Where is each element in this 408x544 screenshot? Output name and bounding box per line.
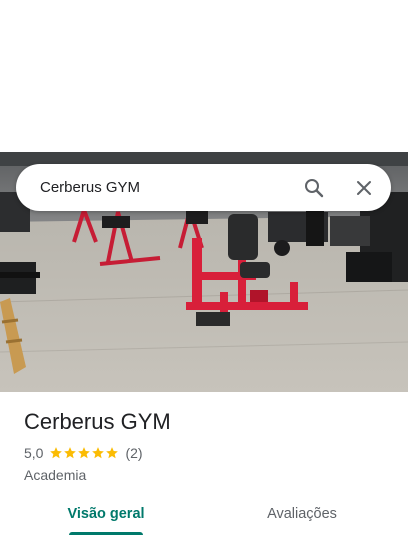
star-icon — [106, 447, 119, 459]
place-category[interactable]: Academia — [24, 466, 86, 484]
review-count[interactable]: (2) — [125, 445, 142, 461]
search-bar[interactable]: Cerberus GYM — [16, 164, 391, 211]
star-icon — [78, 447, 91, 459]
rating-value: 5,0 — [24, 445, 44, 461]
tab-overview[interactable]: Visão geral — [50, 492, 162, 536]
place-tabs: Visão geral Avaliações — [0, 492, 408, 544]
close-icon[interactable] — [352, 176, 376, 200]
star-icon — [92, 447, 105, 459]
place-title: Cerberus GYM — [24, 409, 171, 434]
star-icon — [50, 447, 63, 459]
tab-reviews[interactable]: Avaliações — [246, 492, 358, 536]
star-rating — [49, 446, 119, 460]
star-icon — [64, 447, 77, 459]
rating-row[interactable]: 5,0 (2) — [24, 444, 143, 462]
search-icon[interactable] — [302, 176, 326, 200]
map-area[interactable] — [0, 0, 408, 152]
search-input[interactable]: Cerberus GYM — [40, 164, 140, 211]
tab-selected-indicator — [69, 532, 143, 535]
